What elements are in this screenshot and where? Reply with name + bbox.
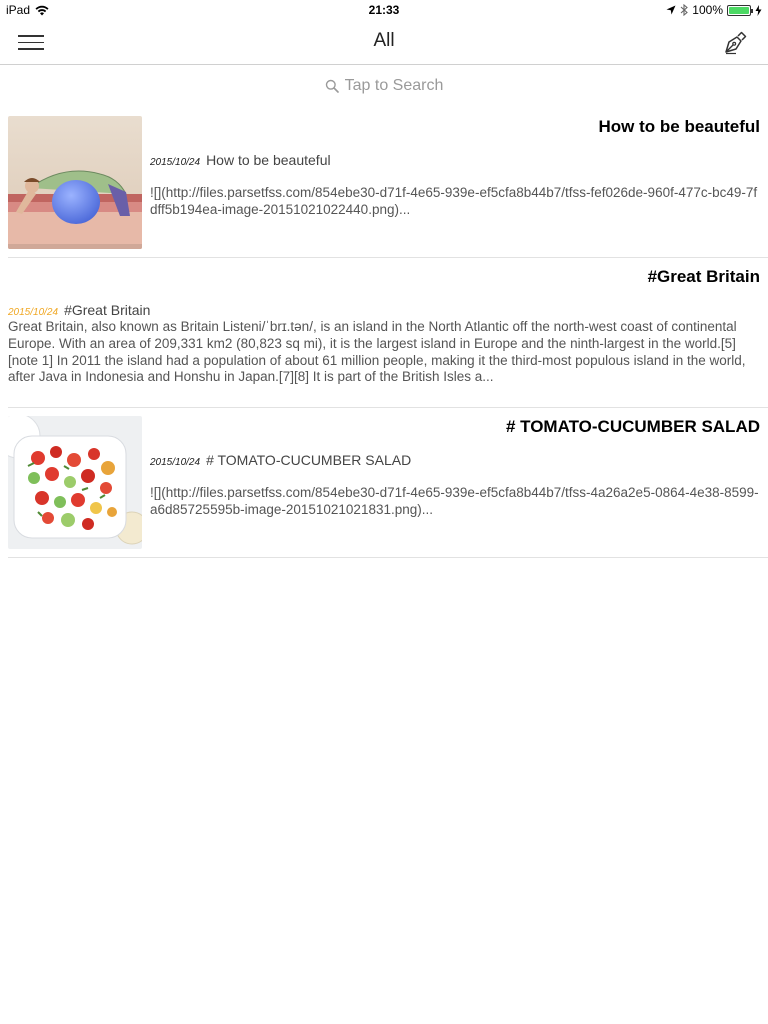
yoga-ball-illustration bbox=[8, 116, 142, 249]
navigation-bar: All bbox=[0, 20, 768, 65]
note-meta-title: How to be beauteful bbox=[206, 152, 331, 168]
note-date: 2015/10/24 bbox=[150, 157, 201, 168]
note-meta: 2015/10/24 #Great Britain bbox=[8, 302, 150, 318]
location-arrow-icon bbox=[666, 5, 676, 15]
bluetooth-icon bbox=[680, 4, 689, 16]
battery-percent: 100% bbox=[692, 3, 723, 17]
note-row[interactable]: How to be beauteful 2015/10/24 How to be… bbox=[8, 108, 768, 258]
menu-button[interactable] bbox=[18, 30, 46, 54]
search-placeholder: Tap to Search bbox=[344, 77, 444, 94]
search-icon bbox=[325, 79, 339, 93]
note-title: How to be beauteful bbox=[598, 117, 761, 136]
salad-photo bbox=[8, 416, 142, 549]
note-date: 2015/10/24 bbox=[150, 457, 201, 468]
note-thumbnail bbox=[8, 116, 142, 249]
search-bar[interactable]: Tap to Search bbox=[0, 66, 768, 106]
status-time: 21:33 bbox=[368, 3, 400, 17]
battery-fill bbox=[729, 6, 749, 14]
page-title: All bbox=[373, 30, 395, 51]
hamburger-menu-icon bbox=[18, 35, 46, 50]
status-right: 100% bbox=[666, 3, 762, 17]
note-excerpt: Great Britain, also known as Britain Lis… bbox=[8, 319, 746, 385]
note-row[interactable]: #Great Britain 2015/10/24 #Great Britain… bbox=[8, 258, 768, 408]
note-row[interactable]: # TOMATO-CUCUMBER SALAD 2015/10/24 # TOM… bbox=[8, 408, 768, 558]
status-bar: iPad 21:33 100% bbox=[0, 0, 768, 20]
note-title: # TOMATO-CUCUMBER SALAD bbox=[505, 417, 760, 436]
notes-list: How to be beauteful 2015/10/24 How to be… bbox=[8, 108, 768, 558]
battery-icon bbox=[727, 4, 753, 16]
note-date: 2015/10/24 bbox=[8, 307, 59, 318]
note-meta-title: # TOMATO-CUCUMBER SALAD bbox=[206, 452, 412, 468]
note-excerpt: ![](http://files.parsetfss.com/854ebe30-… bbox=[150, 485, 759, 517]
note-meta-title: #Great Britain bbox=[64, 302, 151, 318]
charging-bolt-icon bbox=[755, 4, 762, 16]
note-meta: 2015/10/24 How to be beauteful bbox=[150, 152, 331, 168]
note-title: #Great Britain bbox=[647, 267, 760, 286]
note-meta: 2015/10/24 # TOMATO-CUCUMBER SALAD bbox=[150, 452, 411, 468]
note-thumbnail bbox=[8, 416, 142, 549]
pen-nib-icon bbox=[725, 31, 747, 55]
compose-button[interactable] bbox=[722, 28, 750, 56]
note-excerpt: ![](http://files.parsetfss.com/854ebe30-… bbox=[150, 185, 758, 217]
